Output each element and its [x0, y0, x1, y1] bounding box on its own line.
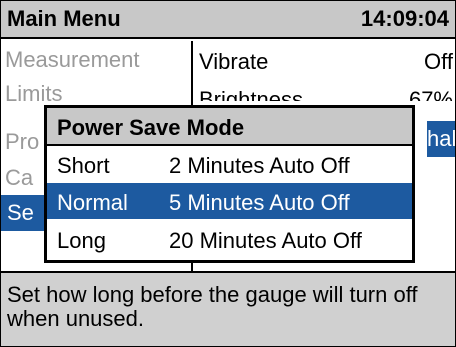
menu-item-limits[interactable]: Limits [5, 81, 62, 107]
help-panel: Set how long before the gauge will turn … [1, 273, 455, 346]
option-long[interactable]: Long 20 Minutes Auto Off [47, 221, 412, 257]
popup-title-bar: Power Save Mode [47, 108, 412, 146]
menu-item-pro[interactable]: Pro [5, 129, 39, 155]
setting-value: 67% [408, 87, 453, 101]
clock: 14:09:04 [360, 6, 449, 31]
page-title: Main Menu [7, 6, 121, 31]
menu-item-ca[interactable]: Ca [5, 165, 33, 191]
option-description: 5 Minutes Auto Off [169, 190, 350, 215]
help-text: Set how long before the gauge will turn … [7, 282, 418, 331]
option-short[interactable]: Short 2 Minutes Auto Off [47, 146, 412, 182]
header-bar: Main Menu 14:09:04 [1, 1, 455, 39]
menu-item-measurement[interactable]: Measurement [5, 47, 140, 73]
setting-value: Off [424, 49, 453, 74]
option-label: Normal [57, 190, 128, 215]
power-save-popup: Power Save Mode Short 2 Minutes Auto Off… [44, 105, 415, 263]
option-label: Long [57, 228, 106, 253]
setting-row-vibrate[interactable]: Vibrate Off [195, 41, 455, 77]
device-screen: Main Menu 14:09:04 Measurement Limits Pr… [0, 0, 456, 347]
option-normal[interactable]: Normal 5 Minutes Auto Off [47, 183, 412, 219]
option-label: Short [57, 153, 110, 178]
setting-row-brightness[interactable]: Brightness 67% [195, 81, 455, 101]
setting-value-selected[interactable]: hal [427, 121, 455, 157]
option-description: 2 Minutes Auto Off [169, 153, 350, 178]
setting-name: Vibrate [199, 49, 269, 74]
setting-name: Brightness [199, 87, 303, 101]
popup-title: Power Save Mode [57, 115, 245, 140]
option-description: 20 Minutes Auto Off [169, 228, 362, 253]
